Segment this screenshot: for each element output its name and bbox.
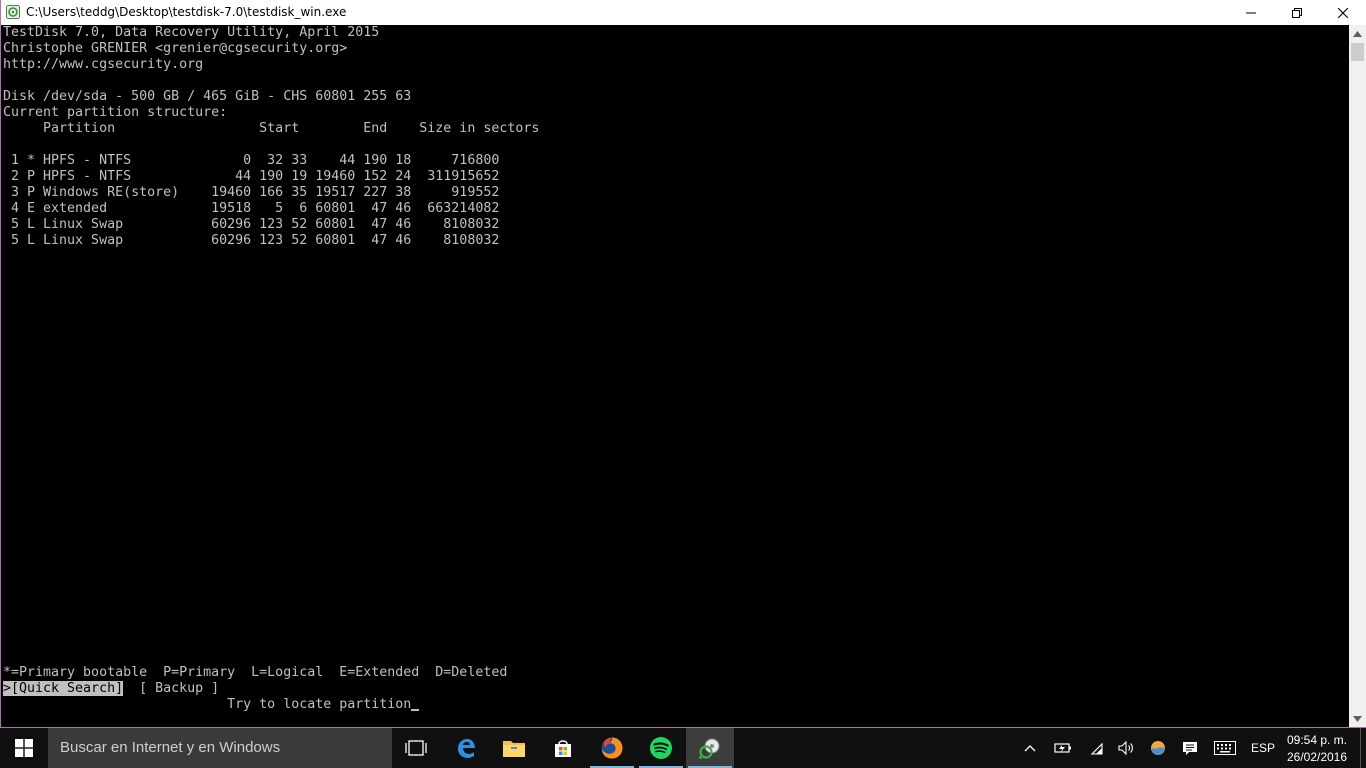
start-button[interactable] xyxy=(0,728,48,768)
spotify-taskbar-button[interactable] xyxy=(637,728,685,768)
status-text: Try to locate partition xyxy=(3,697,412,712)
chevron-up-icon xyxy=(1024,745,1036,752)
quick-search-option[interactable]: >[Quick Search] xyxy=(3,681,124,696)
scroll-thumb[interactable] xyxy=(1351,43,1364,61)
clock-time: 09:54 p. m. xyxy=(1286,733,1348,747)
battery-tray-button[interactable] xyxy=(1050,728,1076,768)
spotify-icon xyxy=(650,737,672,759)
app-banner: TestDisk 7.0, Data Recovery Utility, Apr… xyxy=(3,25,380,40)
console-window[interactable]: C:\Users\teddg\Desktop\testdisk-7.0\test… xyxy=(0,0,1366,728)
close-icon xyxy=(1338,7,1348,18)
partition-row: 1 * HPFS - NTFS 0 32 33 44 190 18 716800 xyxy=(3,153,500,168)
keyboard-icon xyxy=(1214,741,1236,755)
speaker-icon xyxy=(1118,741,1133,755)
battery-charging-icon xyxy=(1054,743,1071,753)
partition-row: 5 L Linux Swap 60296 123 52 60801 47 46 … xyxy=(3,217,500,232)
close-button[interactable] xyxy=(1320,0,1366,25)
edge-taskbar-button[interactable] xyxy=(442,728,490,768)
partition-type-legend: *=Primary bootable P=Primary L=Logical E… xyxy=(3,665,508,680)
chevron-up-icon xyxy=(1353,30,1362,37)
author-line: Christophe GRENIER <grenier@cgsecurity.o… xyxy=(3,41,348,56)
structure-heading: Current partition structure: xyxy=(3,105,228,120)
folder-icon xyxy=(503,741,525,757)
text-cursor xyxy=(411,709,420,711)
search-placeholder: Buscar en Internet y en Windows xyxy=(60,739,281,756)
firefox-icon xyxy=(601,737,623,759)
partition-row: 3 P Windows RE(store) 19460 166 35 19517… xyxy=(3,185,500,200)
title-bar[interactable]: C:\Users\teddg\Desktop\testdisk-7.0\test… xyxy=(1,0,1366,25)
weather-tray-button[interactable] xyxy=(1146,728,1170,768)
window-title: C:\Users\teddg\Desktop\testdisk-7.0\test… xyxy=(26,5,347,19)
console-output[interactable]: TestDisk 7.0, Data Recovery Utility, Apr… xyxy=(3,25,1347,727)
testdisk-taskbar-button[interactable] xyxy=(686,728,734,768)
globe-sun-icon xyxy=(1151,741,1165,755)
partition-row: 2 P HPFS - NTFS 44 190 19 19460 152 24 3… xyxy=(3,169,500,184)
network-tray-button[interactable] xyxy=(1084,728,1108,768)
testdisk-app-icon xyxy=(6,5,20,19)
volume-tray-button[interactable] xyxy=(1114,728,1138,768)
firefox-taskbar-button[interactable] xyxy=(588,728,636,768)
keyboard-tray-button[interactable] xyxy=(1210,728,1240,768)
backup-option[interactable]: [ Backup ] xyxy=(123,681,219,696)
chevron-down-icon xyxy=(1353,715,1362,722)
notification-icon xyxy=(1183,741,1197,755)
minimize-icon xyxy=(1246,12,1256,13)
status-line: Try to locate partition xyxy=(3,697,420,713)
scroll-up-button[interactable] xyxy=(1349,25,1366,42)
scroll-down-button[interactable] xyxy=(1349,710,1366,727)
action-center-button[interactable] xyxy=(1178,728,1202,768)
store-taskbar-button[interactable] xyxy=(539,728,587,768)
input-language-indicator[interactable]: ESP xyxy=(1248,728,1278,768)
wifi-icon xyxy=(1090,742,1103,755)
taskbar: Buscar en Internet y en Windows ESP 09:5… xyxy=(0,728,1366,768)
partition-row: 4 E extended 19518 5 6 60801 47 46 66321… xyxy=(3,201,500,216)
show-hidden-icons-button[interactable] xyxy=(1018,728,1042,768)
edge-icon xyxy=(458,739,475,758)
testdisk-icon xyxy=(698,738,720,760)
file-explorer-taskbar-button[interactable] xyxy=(490,728,538,768)
website-line: http://www.cgsecurity.org xyxy=(3,57,204,72)
partition-row: 5 L Linux Swap 60296 123 52 60801 47 46 … xyxy=(3,233,500,248)
minimize-button[interactable] xyxy=(1228,0,1274,25)
partition-table-header: Partition Start End Size in sectors xyxy=(3,121,540,136)
task-view-button[interactable] xyxy=(392,728,440,768)
clock[interactable]: 09:54 p. m. 26/02/2016 xyxy=(1284,728,1350,768)
show-desktop-button[interactable] xyxy=(1360,728,1366,768)
restore-button[interactable] xyxy=(1274,0,1320,25)
store-bag-icon xyxy=(555,740,571,757)
taskbar-search-box[interactable]: Buscar en Internet y en Windows xyxy=(48,728,392,768)
clock-date: 26/02/2016 xyxy=(1286,750,1348,764)
vertical-scrollbar[interactable] xyxy=(1349,25,1366,727)
restore-icon xyxy=(1292,7,1302,18)
windows-logo-icon xyxy=(15,739,33,757)
task-view-icon xyxy=(405,740,427,756)
action-menu: >[Quick Search] [ Backup ] xyxy=(3,681,219,697)
disk-info: Disk /dev/sda - 500 GB / 465 GiB - CHS 6… xyxy=(3,89,412,104)
